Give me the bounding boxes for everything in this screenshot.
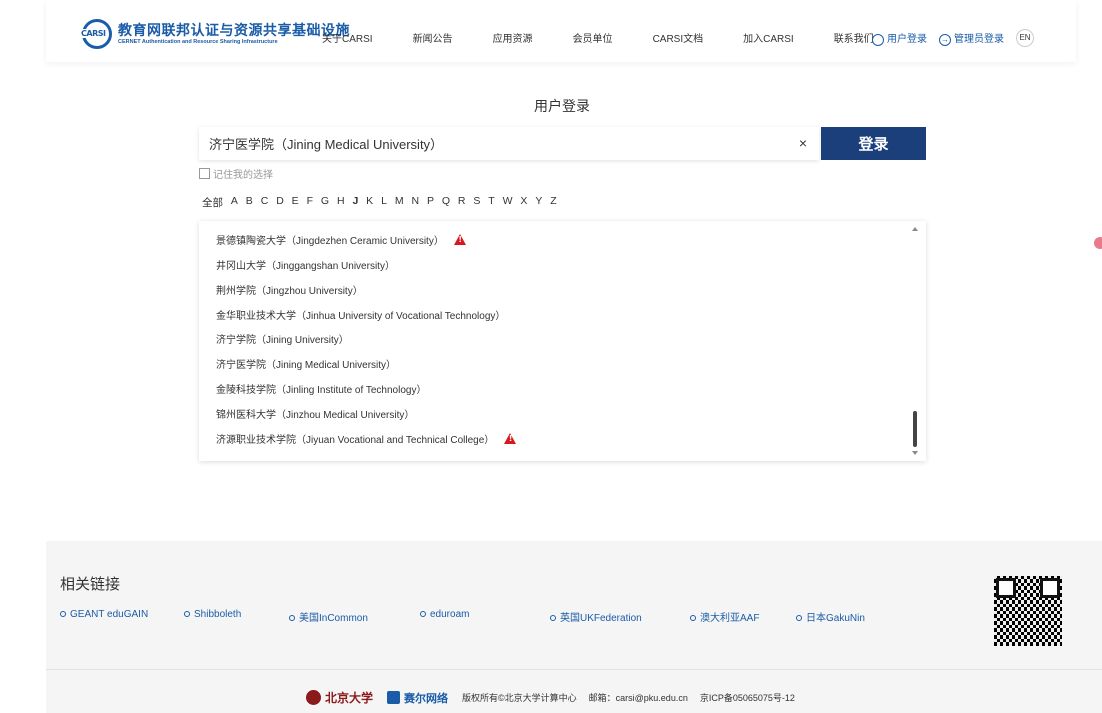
alpha-q[interactable]: Q — [442, 195, 450, 210]
logo-title-cn: 教育网联邦认证与资源共享基础设施 — [118, 21, 350, 38]
list-item-label: 金陵科技学院（Jinling Institute of Technology） — [216, 385, 427, 396]
link-ukfederation[interactable]: 英国UKFederation — [550, 609, 642, 624]
list-item-label: 济宁学院（Jining University） — [216, 335, 349, 346]
cernet-wordmark: 赛尔网络 — [404, 692, 449, 705]
scroll-up-arrow-icon[interactable] — [912, 227, 918, 231]
carsi-logo-icon: CARSI — [81, 19, 112, 49]
list-item[interactable]: 锦州医科大学（Jinzhou Medical University） — [216, 406, 414, 421]
list-item[interactable]: 景德镇陶瓷大学（Jingdezhen Ceramic University） — [216, 232, 466, 247]
nav-contact[interactable]: 联系我们 — [834, 30, 874, 45]
admin-login-link[interactable]: → 管理员登录 — [939, 30, 1004, 46]
user-icon — [872, 33, 884, 46]
footer-divider — [46, 669, 1102, 670]
institution-search: × — [199, 127, 819, 160]
qr-code — [994, 576, 1062, 646]
remember-checkbox[interactable] — [199, 168, 210, 179]
institution-search-input[interactable] — [209, 127, 769, 160]
footer-title: 相关链接 — [60, 576, 121, 593]
scroll-down-arrow-icon[interactable] — [912, 451, 918, 455]
logo-title-en: CERNET Authentication and Resource Shari… — [118, 38, 278, 45]
alpha-a[interactable]: A — [231, 195, 238, 210]
login-arrow-icon: → — [939, 33, 951, 46]
alpha-m[interactable]: M — [395, 195, 404, 210]
pku-wordmark: 北京大学 — [325, 691, 374, 705]
list-item-label: 井冈山大学（Jinggangshan University） — [216, 261, 395, 272]
footer-bottom: 北京大学 赛尔网络 版权所有©北京大学计算中心 邮箱：carsi@pku.edu… — [306, 689, 807, 706]
alpha-x[interactable]: X — [520, 195, 527, 210]
alphabet-filter: 全部 A B C D E F G H J K L M N P Q R S T W… — [202, 195, 565, 210]
clear-icon[interactable]: × — [799, 135, 807, 151]
link-gakunin[interactable]: 日本GakuNin — [796, 609, 865, 624]
pku-logo-icon — [306, 690, 321, 705]
institution-list: 景德镇陶瓷大学（Jingdezhen Ceramic University） 井… — [199, 221, 926, 461]
list-item-label: 锦州医科大学（Jinzhou Medical University） — [216, 410, 415, 421]
alpha-s[interactable]: S — [473, 195, 480, 210]
list-item[interactable]: 荆州学院（Jingzhou University） — [216, 282, 363, 297]
list-item[interactable]: 济宁学院（Jining University） — [216, 331, 349, 346]
login-links: 用户登录 → 管理员登录 EN — [872, 29, 1034, 47]
alpha-b[interactable]: B — [246, 195, 253, 210]
alpha-y[interactable]: Y — [535, 195, 542, 210]
list-item-label: 景德镇陶瓷大学（Jingdezhen Ceramic University） — [216, 236, 444, 247]
list-item[interactable]: 济宁医学院（Jining Medical University） — [216, 356, 396, 371]
remember-choice[interactable]: 记住我的选择 — [199, 166, 273, 181]
link-incommon[interactable]: 美国InCommon — [289, 609, 368, 624]
link-edugain[interactable]: GEANT eduGAIN — [60, 609, 148, 620]
alpha-j[interactable]: J — [352, 195, 358, 210]
alpha-c[interactable]: C — [261, 195, 269, 210]
nav-about[interactable]: 关于CARSI — [322, 30, 373, 45]
language-toggle[interactable]: EN — [1016, 29, 1034, 47]
list-item[interactable]: 井冈山大学（Jinggangshan University） — [216, 257, 395, 272]
nav-docs[interactable]: CARSI文档 — [653, 30, 704, 45]
list-item-label: 金华职业技术大学（Jinhua University of Vocational… — [216, 311, 506, 322]
list-item[interactable]: 济源职业技术学院（Jiyuan Vocational and Technical… — [216, 431, 517, 446]
nav-news[interactable]: 新闻公告 — [413, 30, 453, 45]
nav-members[interactable]: 会员单位 — [573, 30, 613, 45]
contact-email: 邮箱：carsi@pku.edu.cn — [588, 693, 688, 703]
copyright-text: 版权所有©北京大学计算中心 — [462, 693, 577, 703]
carsi-logo[interactable]: CARSI 教育网联邦认证与资源共享基础设施 CERNET Authentica… — [81, 19, 350, 49]
alpha-w[interactable]: W — [503, 195, 513, 210]
alpha-r[interactable]: R — [458, 195, 466, 210]
alpha-p[interactable]: P — [427, 195, 434, 210]
list-item-label: 荆州学院（Jingzhou University） — [216, 286, 363, 297]
list-item-label: 济源职业技术学院（Jiyuan Vocational and Technical… — [216, 435, 495, 446]
link-aaf[interactable]: 澳大利亚AAF — [690, 609, 759, 624]
alpha-z[interactable]: Z — [550, 195, 556, 210]
login-button[interactable]: 登录 — [821, 127, 926, 160]
nav-resources[interactable]: 应用资源 — [493, 30, 533, 45]
warning-icon — [453, 234, 466, 245]
link-shibboleth[interactable]: Shibboleth — [184, 609, 241, 620]
logo-badge-text: CARSI — [81, 29, 106, 38]
user-login-label: 用户登录 — [887, 34, 927, 46]
alpha-d[interactable]: D — [276, 195, 284, 210]
alpha-l[interactable]: L — [381, 195, 387, 210]
list-item[interactable]: 金华职业技术大学（Jinhua University of Vocational… — [216, 307, 505, 322]
alpha-n[interactable]: N — [411, 195, 419, 210]
floating-side-icon[interactable] — [1094, 237, 1102, 249]
footer: 相关链接 GEANT eduGAIN Shibboleth 美国InCommon… — [46, 541, 1102, 713]
list-item[interactable]: 金陵科技学院（Jinling Institute of Technology） — [216, 381, 426, 396]
alpha-t[interactable]: T — [488, 195, 494, 210]
alpha-all[interactable]: 全部 — [202, 195, 223, 210]
alpha-e[interactable]: E — [292, 195, 299, 210]
list-scrollbar-thumb[interactable] — [913, 411, 917, 447]
nav-join[interactable]: 加入CARSI — [743, 30, 794, 45]
icp-number: 京ICP备05065075号-12 — [699, 693, 795, 703]
cernet-logo-icon — [387, 691, 401, 704]
remember-label: 记住我的选择 — [213, 170, 273, 181]
user-login-link[interactable]: 用户登录 — [872, 30, 927, 46]
main-nav: 关于CARSI 新闻公告 应用资源 会员单位 CARSI文档 加入CARSI 联… — [322, 30, 874, 45]
alpha-k[interactable]: K — [366, 195, 373, 210]
admin-login-label: 管理员登录 — [954, 34, 1004, 46]
top-header: CARSI 教育网联邦认证与资源共享基础设施 CERNET Authentica… — [46, 0, 1076, 62]
page-title: 用户登录 — [534, 98, 590, 114]
logo-text: 教育网联邦认证与资源共享基础设施 CERNET Authentication a… — [118, 21, 350, 46]
list-item-label: 济宁医学院（Jining Medical University） — [216, 360, 397, 371]
alpha-h[interactable]: H — [337, 195, 345, 210]
alpha-f[interactable]: F — [307, 195, 313, 210]
alpha-g[interactable]: G — [321, 195, 329, 210]
link-eduroam[interactable]: eduroam — [420, 609, 469, 620]
warning-icon — [504, 433, 517, 444]
